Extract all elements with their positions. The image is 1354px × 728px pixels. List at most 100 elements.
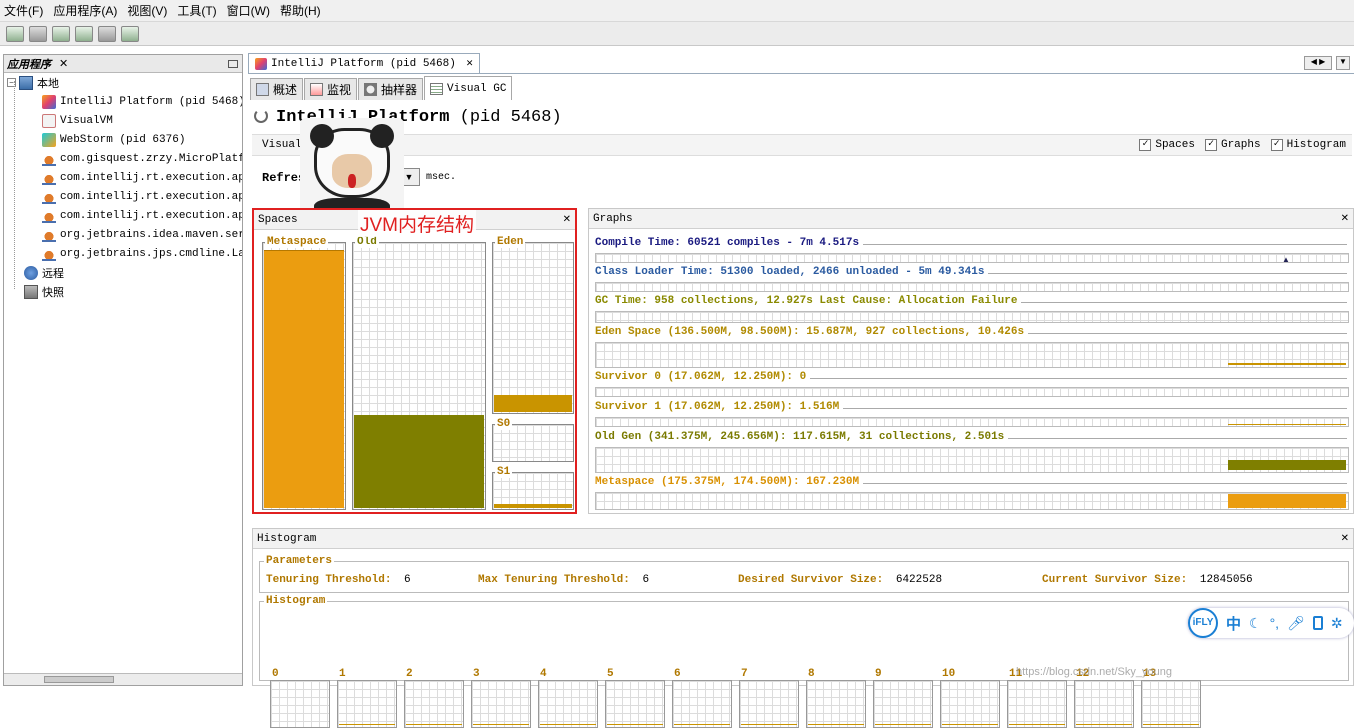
clipboard-icon[interactable] <box>1312 616 1323 630</box>
visual-gc-header: Visual GC ✓ Spaces ✓ Graphs ✓ Histogram <box>252 134 1352 156</box>
param-label: Tenuring Threshold: <box>266 574 392 586</box>
add-jmx-icon[interactable] <box>52 25 70 42</box>
punctuation-icon[interactable]: °, <box>1270 615 1280 631</box>
tree-item-label: org.jetbrains.idea.maven.serve <box>60 228 242 241</box>
graph-survivor0: Survivor 0 (17.062M, 12.250M): 0 <box>595 371 1347 383</box>
eden-label: Eden <box>495 236 526 248</box>
menu-tools[interactable]: 工具(T) <box>177 2 216 19</box>
check-icon: ✓ <box>1139 139 1152 151</box>
ifly-ime-toolbar[interactable]: iFLY 中 ☾ °, 🎤︎ ✲ <box>1188 608 1354 638</box>
scrollbar-thumb[interactable] <box>44 676 114 683</box>
open-icon[interactable] <box>6 25 24 42</box>
tree-item[interactable]: VisualVM <box>4 111 242 130</box>
histogram-bin-fill <box>1076 724 1132 725</box>
graph-compile-bar: ▲ <box>595 253 1349 264</box>
tree-item[interactable]: org.jetbrains.jps.cmdline.Laun <box>4 244 242 263</box>
tree-item[interactable]: com.intellij.rt.execution.appl <box>4 187 242 206</box>
checkbox-histogram[interactable]: ✓ Histogram <box>1270 139 1346 151</box>
tree-item-label: org.jetbrains.jps.cmdline.Laun <box>60 247 242 260</box>
checkbox-graphs[interactable]: ✓ Graphs <box>1204 139 1261 151</box>
old-trace <box>1228 460 1346 470</box>
menu-window[interactable]: 窗口(W) <box>227 2 270 19</box>
tab-sampler[interactable]: 抽样器 <box>358 78 424 100</box>
view-checkboxes: ✓ Spaces ✓ Graphs ✓ Histogram <box>1129 139 1346 151</box>
tree-item[interactable]: IntelliJ Platform (pid 5468) <box>4 92 242 111</box>
histogram-bin-fill <box>540 724 596 725</box>
menu-help[interactable]: 帮助(H) <box>280 2 321 19</box>
close-icon[interactable]: ✕ <box>1341 213 1349 224</box>
spaces-panel: Spaces ✕ Metaspace Old Eden S0 S1 <box>252 208 577 514</box>
graph-classloader-bar <box>595 282 1349 292</box>
close-icon[interactable]: ✕ <box>59 57 68 70</box>
checkbox-spaces[interactable]: ✓ Spaces <box>1139 139 1195 151</box>
sampler-icon <box>364 83 378 96</box>
histogram-bin-fill <box>473 724 529 725</box>
param-label: Current Survivor Size: <box>1042 574 1188 586</box>
tree-item-label: com.intellij.rt.execution.appl <box>60 171 242 184</box>
microphone-icon[interactable]: 🎤︎ <box>1287 615 1305 632</box>
core-dump-icon[interactable] <box>98 25 116 42</box>
tree-item[interactable]: org.jetbrains.idea.maven.serve <box>4 225 242 244</box>
visual-gc-icon <box>430 82 444 95</box>
ime-chinese-mode[interactable]: 中 <box>1226 613 1241 634</box>
refresh-unit: msec. <box>426 172 457 183</box>
histogram-bin-fill <box>1143 724 1199 725</box>
minimize-icon[interactable] <box>228 59 238 68</box>
menu-view[interactable]: 视图(V) <box>127 2 167 19</box>
tab-visual-gc[interactable]: Visual GC <box>424 76 513 100</box>
histogram-bin-label: 0 <box>272 668 279 680</box>
heap-dump-icon[interactable] <box>75 25 93 42</box>
marker-icon: ▲ <box>1282 255 1290 264</box>
tab-overview-label: 概述 <box>273 83 298 97</box>
tree-item-label: com.gisquest.zrzy.MicroPlatfor <box>60 152 242 165</box>
param-tenuring: Tenuring Threshold: 6 <box>266 574 411 586</box>
tree-local[interactable]: − 本地 <box>4 73 242 92</box>
close-icon[interactable]: ✕ <box>1341 533 1349 544</box>
graph-gc-bar <box>595 311 1349 323</box>
tab-intellij[interactable]: IntelliJ Platform (pid 5468) ✕ <box>248 53 481 73</box>
overview-icon <box>256 83 269 96</box>
save-icon[interactable] <box>29 25 47 42</box>
menu-file[interactable]: 文件(F) <box>4 2 43 19</box>
histogram-bin-fill <box>406 724 462 725</box>
tree-item[interactable]: com.intellij.rt.execution.appl <box>4 168 242 187</box>
panda-meme-sticker <box>300 118 404 222</box>
histogram-bin-box <box>806 680 866 728</box>
histogram-bin-box <box>873 680 933 728</box>
histogram-bin-label: 5 <box>607 668 614 680</box>
param-label: Max Tenuring Threshold: <box>478 574 630 586</box>
tab-overview[interactable]: 概述 <box>250 78 304 100</box>
param-value: 12845056 <box>1199 574 1253 586</box>
refresh-spinner-icon <box>254 109 268 123</box>
histogram-bin-fill <box>674 724 730 725</box>
param-value: 6 <box>642 574 650 586</box>
monitor-icon <box>310 83 324 96</box>
graph-label: Old Gen (341.375M, 245.656M): 117.615M, … <box>595 431 1009 443</box>
graph-metaspace: Metaspace (175.375M, 174.500M): 167.230M <box>595 476 1347 488</box>
tree-item[interactable]: com.intellij.rt.execution.appl <box>4 206 242 225</box>
eden-trace <box>1228 363 1346 365</box>
moon-icon[interactable]: ☾ <box>1249 615 1262 632</box>
tree-item[interactable]: com.gisquest.zrzy.MicroPlatfor <box>4 149 242 168</box>
histogram-bin-box <box>337 680 397 728</box>
visualvm-icon <box>42 113 56 128</box>
histogram-bin: 4 <box>536 668 598 728</box>
tab-monitor[interactable]: 监视 <box>304 78 358 100</box>
menu-application[interactable]: 应用程序(A) <box>53 2 117 19</box>
gear-icon[interactable]: ✲ <box>1331 615 1343 632</box>
tree-remote[interactable]: 远程 <box>4 263 242 282</box>
tree-item[interactable]: WebStorm (pid 6376) <box>4 130 242 149</box>
close-icon[interactable]: ✕ <box>563 214 571 225</box>
tree-snapshot[interactable]: 快照 <box>4 282 242 301</box>
snapshot-icon[interactable] <box>121 25 139 42</box>
tab-list-icon[interactable]: ▼ <box>1336 56 1350 70</box>
graph-label: GC Time: 958 collections, 12.927s Last C… <box>595 295 1022 307</box>
tab-nav-arrows-icon[interactable]: ◀ ▶ <box>1304 56 1332 70</box>
param-value: 6 <box>404 574 411 586</box>
histogram-bin-fill <box>339 724 395 725</box>
histogram-bin-fill <box>875 724 931 725</box>
check-icon: ✓ <box>1204 139 1217 151</box>
intellij-icon <box>42 94 56 109</box>
horizontal-scrollbar[interactable] <box>4 673 242 685</box>
close-icon[interactable]: ✕ <box>466 58 474 69</box>
